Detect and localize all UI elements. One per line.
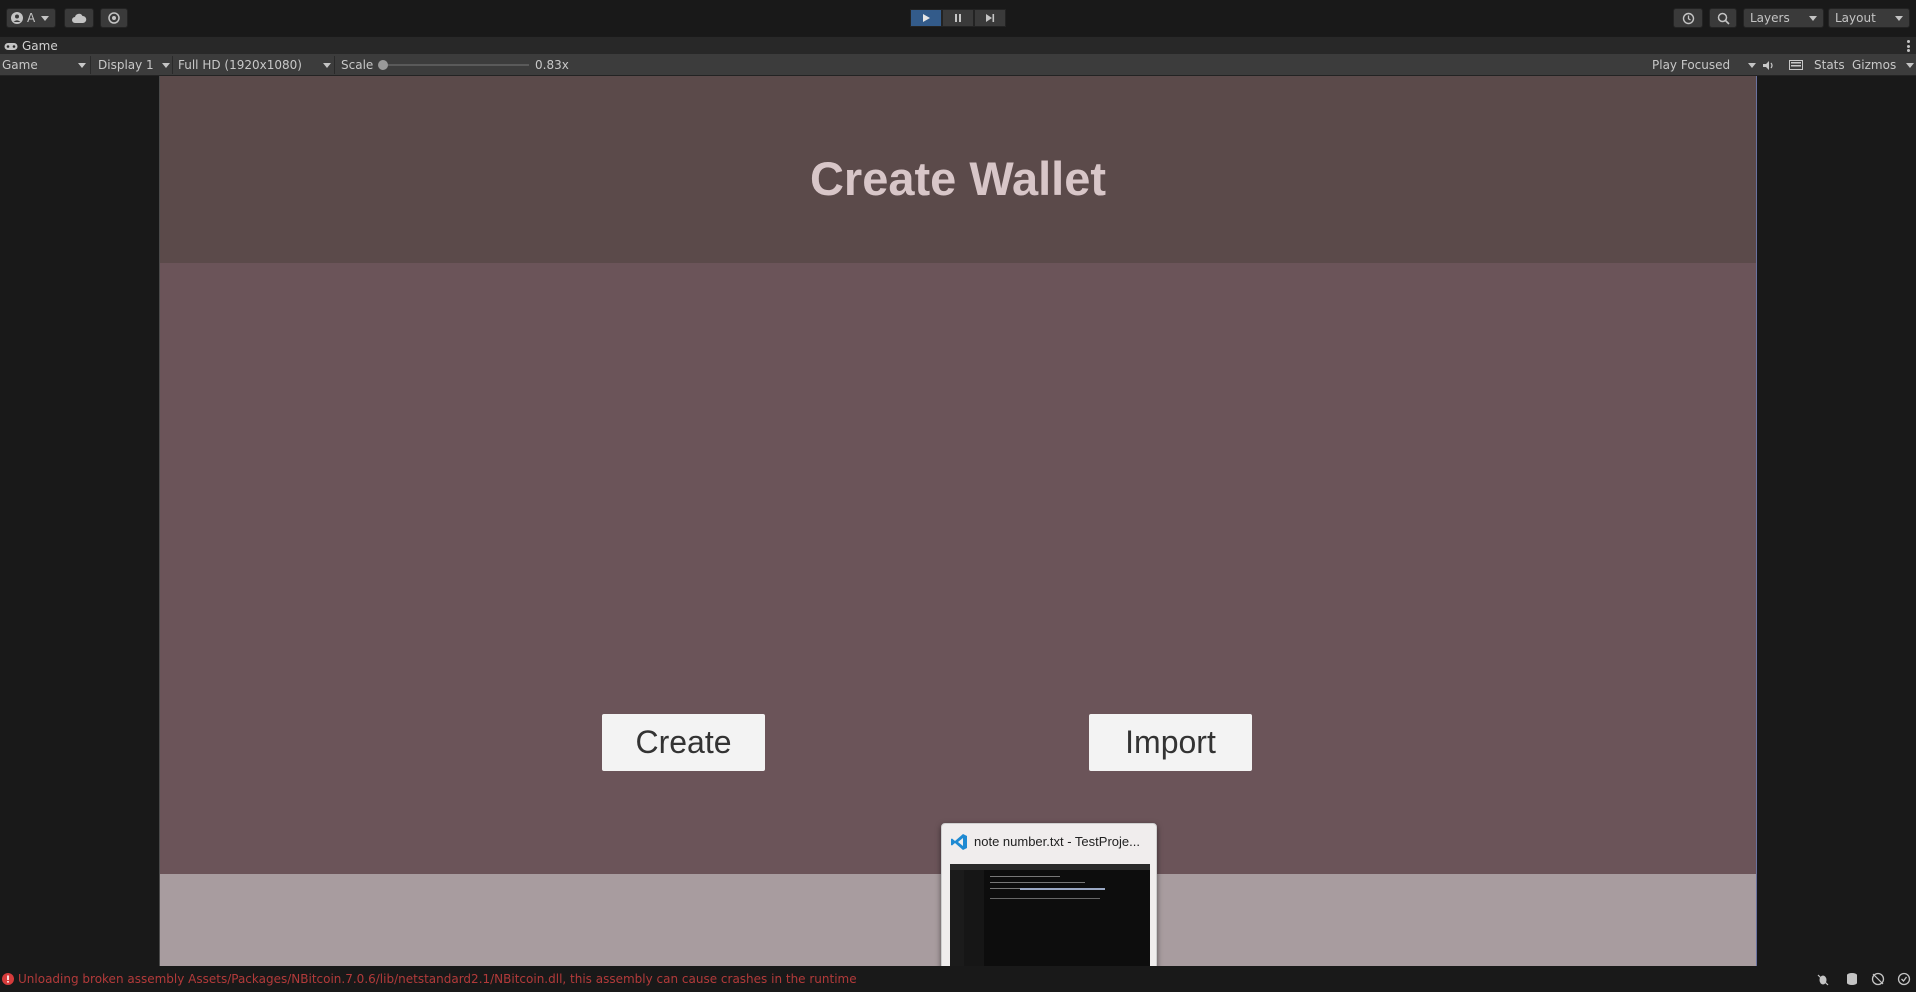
account-dropdown[interactable]: A — [6, 8, 56, 28]
collab-button[interactable] — [100, 8, 128, 28]
playback-controls — [910, 9, 1006, 27]
account-icon — [11, 12, 23, 24]
thumbnail-title: note number.txt - TestProje... — [974, 834, 1140, 849]
panel-tab-bar: Game — [0, 36, 1916, 54]
bug-icon[interactable] — [1816, 972, 1830, 986]
layers-label: Layers — [1750, 11, 1790, 25]
view-mode-label: Game — [2, 58, 38, 72]
display-dropdown[interactable]: Display 1 — [98, 54, 170, 76]
cloud-button[interactable] — [64, 8, 94, 28]
content-panel — [160, 263, 1756, 874]
thumbnail-preview — [950, 864, 1150, 972]
error-icon — [2, 973, 14, 985]
search-button[interactable] — [1709, 8, 1737, 28]
header-panel: Create Wallet — [160, 76, 1756, 263]
gizmos-dropdown[interactable]: Gizmos — [1852, 54, 1914, 76]
panel-menu-icon[interactable] — [1907, 40, 1910, 52]
pause-icon — [955, 14, 961, 22]
settings-circle-icon — [108, 12, 120, 24]
gamepad-icon — [4, 42, 18, 50]
scale-slider[interactable] — [378, 60, 529, 70]
chevron-down-icon — [323, 62, 331, 68]
play-mode-dropdown[interactable]: Play Focused — [1652, 54, 1756, 76]
status-bar: Unloading broken assembly Assets/Package… — [0, 966, 1916, 992]
account-label: A — [27, 11, 36, 25]
step-icon — [986, 14, 995, 22]
mute-audio-button[interactable] — [1762, 54, 1775, 76]
search-icon — [1717, 12, 1730, 25]
game-view-toolbar: Game Display 1 Full HD (1920x1080) Scale… — [0, 54, 1916, 76]
chevron-down-icon — [1895, 15, 1903, 21]
chevron-down-icon — [1809, 15, 1817, 21]
step-button[interactable] — [974, 9, 1006, 27]
play-mode-label: Play Focused — [1652, 58, 1731, 72]
check-circle-icon[interactable] — [1897, 972, 1911, 986]
tab-label: Game — [22, 39, 58, 53]
stats-button[interactable]: Stats — [1814, 54, 1845, 76]
taskbar-thumbnail-popup[interactable]: note number.txt - TestProje... — [941, 823, 1157, 978]
view-mode-dropdown[interactable]: Game — [2, 54, 86, 76]
vscode-icon — [951, 834, 967, 850]
layout-dropdown[interactable]: Layout — [1828, 8, 1910, 28]
keyboard-icon — [1789, 60, 1803, 70]
play-icon — [923, 14, 930, 22]
page-title: Create Wallet — [809, 152, 1107, 205]
main-toolbar: A Layers Layout — [0, 0, 1916, 36]
history-icon — [1682, 12, 1694, 24]
play-button[interactable] — [910, 9, 942, 27]
console-error-message[interactable]: Unloading broken assembly Assets/Package… — [18, 972, 857, 986]
history-button[interactable] — [1673, 8, 1703, 28]
layout-label: Layout — [1835, 11, 1876, 25]
chevron-down-icon — [41, 15, 50, 21]
speaker-icon — [1763, 60, 1773, 70]
create-button[interactable]: Create — [602, 714, 765, 771]
database-icon[interactable] — [1845, 972, 1859, 986]
layers-dropdown[interactable]: Layers — [1743, 8, 1824, 28]
keyboard-toggle[interactable] — [1789, 54, 1803, 76]
resolution-label: Full HD (1920x1080) — [178, 58, 302, 72]
scale-value: 0.83x — [535, 58, 569, 72]
chevron-down-icon — [1748, 62, 1756, 68]
cloud-icon — [72, 13, 87, 23]
gizmos-label: Gizmos — [1852, 58, 1897, 72]
chevron-down-icon — [78, 62, 86, 68]
chevron-down-icon — [1906, 62, 1914, 68]
display-label: Display 1 — [98, 58, 154, 72]
scale-slider-handle[interactable] — [378, 60, 388, 70]
pause-button[interactable] — [942, 9, 974, 27]
import-button[interactable]: Import — [1089, 714, 1252, 771]
scale-label: Scale — [341, 58, 374, 72]
network-icon[interactable] — [1871, 972, 1885, 986]
tab-game[interactable]: Game — [4, 37, 58, 55]
chevron-down-icon — [162, 62, 170, 68]
resolution-dropdown[interactable]: Full HD (1920x1080) — [178, 54, 331, 76]
